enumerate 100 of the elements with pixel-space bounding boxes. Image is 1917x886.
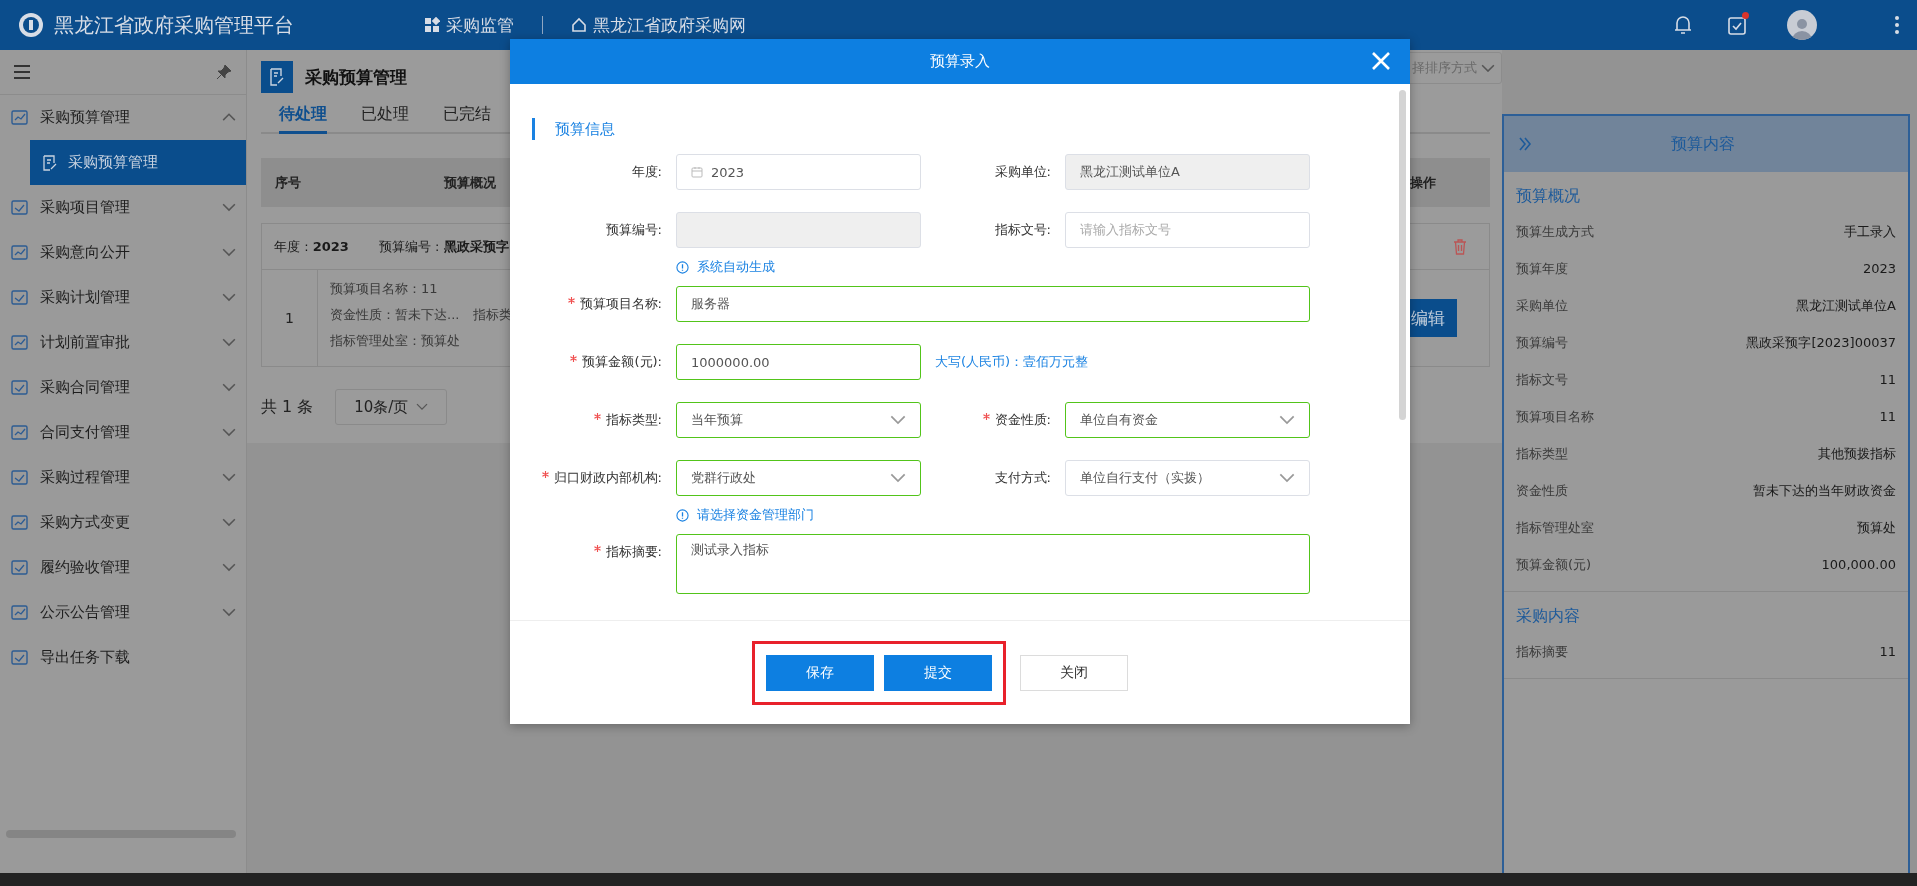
chevron-down-icon xyxy=(222,473,236,482)
chevron-down-icon xyxy=(890,415,906,425)
tab[interactable]: 待处理 xyxy=(279,104,327,134)
sidebar-item[interactable]: 公示公告管理 xyxy=(0,590,246,635)
chevron-down-icon xyxy=(222,203,236,212)
total-count: 共 1 条 xyxy=(261,396,314,418)
detail-value: 手工录入 xyxy=(1844,222,1896,241)
sidebar-item[interactable]: 合同支付管理 xyxy=(0,410,246,455)
chevron-down-icon xyxy=(1481,63,1495,73)
detail-label: 指标摘要 xyxy=(1516,642,1568,661)
section-title: 预算概况 xyxy=(1516,186,1581,207)
field-label: 预算编号: xyxy=(604,221,663,239)
sidebar-item[interactable]: 采购计划管理 xyxy=(0,275,246,320)
detail-value: 预算处 xyxy=(1857,518,1896,537)
dialog-button[interactable]: 保存 xyxy=(766,654,874,691)
dialog-button[interactable]: 提交 xyxy=(884,654,992,691)
menu-item-icon xyxy=(10,108,30,127)
detail-label: 指标文号 xyxy=(1516,370,1568,389)
more-icon[interactable] xyxy=(1895,16,1899,34)
detail-value: 黑政采预字[2023]00037 xyxy=(1746,333,1896,352)
field-label: 预算项目名称: xyxy=(532,286,676,322)
avatar-icon[interactable] xyxy=(1787,10,1817,40)
chevron-down-icon xyxy=(890,473,906,483)
record-field: 年度 : 2023 xyxy=(274,237,349,256)
detail-label: 预算年度 xyxy=(1516,259,1568,278)
menu-item-icon xyxy=(10,288,30,307)
detail-label: 指标管理处室 xyxy=(1516,518,1594,537)
sidebar-item[interactable]: 采购预算管理 xyxy=(0,95,246,140)
page-size-select[interactable]: 10条/页 xyxy=(335,389,448,425)
sidebar-item[interactable]: 履约验收管理 xyxy=(0,545,246,590)
sidebar-subitem[interactable]: 采购预算管理 xyxy=(30,140,246,185)
field-hint: 系统自动生成 xyxy=(676,258,921,276)
panel-title: 预算内容 xyxy=(1670,133,1736,155)
menu-item-icon xyxy=(10,423,30,442)
sidebar-item[interactable]: 导出任务下载 xyxy=(0,635,246,680)
detail-label: 采购单位 xyxy=(1516,296,1568,315)
chevron-down-icon xyxy=(1279,473,1295,483)
sidebar-item[interactable]: 采购项目管理 xyxy=(0,185,246,230)
grid-icon xyxy=(424,17,440,33)
detail-value: 其他预拨指标 xyxy=(1818,444,1896,463)
chevron-down-icon xyxy=(222,608,236,617)
tab[interactable]: 已处理 xyxy=(361,104,409,134)
input-field[interactable]: 1000000.00 xyxy=(676,344,921,380)
nav-link[interactable]: 黑龙江省政府采购网 xyxy=(571,13,746,37)
menu-item-icon xyxy=(10,648,30,667)
record-detail: 资金性质：暂未下达... xyxy=(330,306,460,324)
pin-icon[interactable] xyxy=(216,64,232,80)
chevron-down-icon xyxy=(222,428,236,437)
sidebar-item[interactable]: 采购过程管理 xyxy=(0,455,246,500)
detail-value: 11 xyxy=(1879,409,1896,424)
menu-item-icon xyxy=(10,378,30,397)
field-label: 指标摘要: xyxy=(532,534,676,594)
logo-icon xyxy=(18,12,44,38)
dialog-button[interactable]: 关闭 xyxy=(1020,654,1128,691)
chevron-down-icon xyxy=(222,383,236,392)
date-field[interactable]: 2023 xyxy=(676,154,921,190)
chevron-down-icon xyxy=(1279,415,1295,425)
field-label: 资金性质: xyxy=(921,402,1065,438)
section-title: 采购内容 xyxy=(1516,606,1581,627)
info-icon xyxy=(676,260,689,274)
detail-label: 指标类型 xyxy=(1516,444,1568,463)
scrollbar-thumb[interactable] xyxy=(1399,90,1406,420)
sidebar-item[interactable]: 采购方式变更 xyxy=(0,500,246,545)
home-icon xyxy=(571,17,587,33)
app-title: 黑龙江省政府采购管理平台 xyxy=(54,11,295,39)
field-label: 指标类型: xyxy=(532,402,676,438)
menu-item-icon xyxy=(10,513,30,532)
menu-icon[interactable] xyxy=(14,65,30,79)
select-field[interactable]: 单位自行支付（实拨） xyxy=(1065,460,1310,496)
column-header: 序号 xyxy=(275,173,302,192)
text-area[interactable]: 测试录入指标 xyxy=(676,534,1310,594)
select-field[interactable]: 当年预算 xyxy=(676,402,921,438)
field-label: 指标文号: xyxy=(993,221,1052,239)
tab[interactable]: 已完结 xyxy=(443,104,491,134)
detail-label: 预算生成方式 xyxy=(1516,222,1594,241)
nav-link[interactable]: 采购监管 xyxy=(424,13,514,37)
chevron-down-icon xyxy=(416,403,429,411)
input-field[interactable]: 服务器 xyxy=(676,286,1310,322)
field-label: 支付方式: xyxy=(993,469,1052,487)
sidebar-item[interactable]: 计划前置审批 xyxy=(0,320,246,365)
sidebar-item[interactable]: 采购意向公开 xyxy=(0,230,246,275)
field-label: 归口财政内部机构: xyxy=(532,460,676,524)
chevron-down-icon xyxy=(222,518,236,527)
menu-item-icon xyxy=(10,333,30,352)
info-icon xyxy=(676,508,689,522)
close-icon[interactable] xyxy=(1370,50,1392,72)
menu-item-icon xyxy=(10,603,30,622)
clipboard-icon[interactable] xyxy=(1727,14,1747,36)
menu-item-icon xyxy=(10,558,30,577)
record-detail: 指标管理处室：预算处 xyxy=(330,332,460,350)
select-field[interactable]: 党群行政处 xyxy=(676,460,921,496)
bell-icon[interactable] xyxy=(1673,14,1693,36)
column-header: 预算概况 xyxy=(444,173,497,192)
record-field: 预算编号 : 黑政采预字 xyxy=(378,237,509,256)
select-field[interactable]: 单位自有资金 xyxy=(1065,402,1310,438)
chevron-down-icon xyxy=(222,338,236,347)
sidebar-item[interactable]: 采购合同管理 xyxy=(0,365,246,410)
menu-item-icon xyxy=(10,198,30,217)
field-label: 预算金额(元): xyxy=(532,344,676,380)
chevron-up-icon xyxy=(222,113,236,122)
